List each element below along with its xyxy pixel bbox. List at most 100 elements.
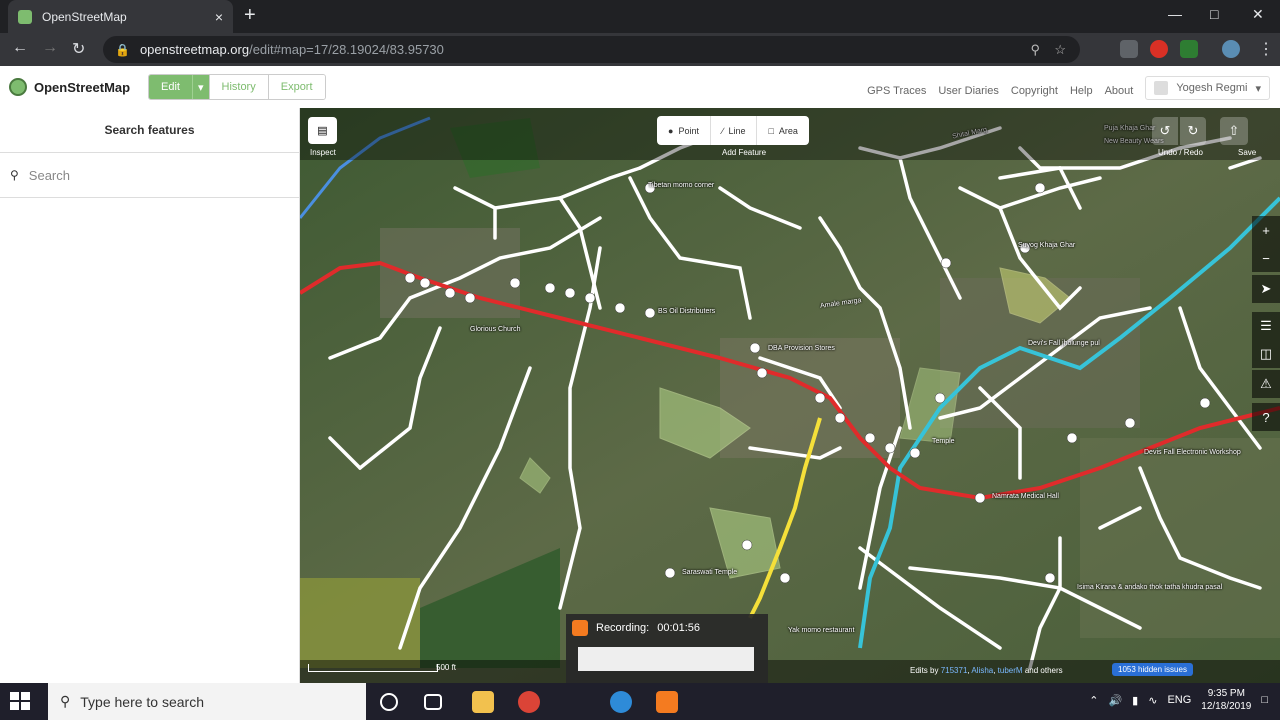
map-label[interactable]: Suyog Khaja Ghar xyxy=(1018,242,1075,249)
add-point-button[interactable]: ● Point xyxy=(657,116,710,145)
editor-link[interactable]: tuberM xyxy=(998,666,1023,675)
tray-chevron-icon[interactable]: ⌃ xyxy=(1089,694,1098,707)
poi-pin[interactable] xyxy=(749,342,761,354)
map-label[interactable]: Temple xyxy=(932,438,955,445)
poi-pin[interactable] xyxy=(834,412,846,424)
battery-icon[interactable]: ▮ xyxy=(1132,694,1138,707)
poi-pin[interactable] xyxy=(509,277,521,289)
recorder-taskbar-icon[interactable] xyxy=(656,691,678,713)
inspect-button[interactable]: ▤ xyxy=(308,117,337,144)
extension-icon[interactable] xyxy=(1120,40,1138,58)
map-label[interactable]: Tibetan momo corner xyxy=(648,182,714,189)
add-area-button[interactable]: □ Area xyxy=(756,116,808,145)
forward-icon[interactable]: → xyxy=(42,39,58,57)
undo-button[interactable]: ↺ xyxy=(1152,117,1178,145)
extension-link-icon[interactable] xyxy=(1180,40,1198,58)
map-label[interactable]: BS Oil Distributers xyxy=(658,308,715,315)
map-label[interactable]: Isima Kirana & andako thok tatha khudra … xyxy=(1077,584,1222,591)
poi-pin[interactable] xyxy=(814,392,826,404)
history-button[interactable]: History xyxy=(208,75,268,99)
map-label[interactable]: Saraswati Temple xyxy=(682,569,737,576)
map-label[interactable]: Glorious Church xyxy=(470,326,521,333)
poi-pin[interactable] xyxy=(464,292,476,304)
clock[interactable]: 9:35 PM 12/18/2019 xyxy=(1201,687,1251,713)
poi-pin[interactable] xyxy=(1199,397,1211,409)
zoom-in-button[interactable]: + xyxy=(1252,216,1280,244)
search-input[interactable]: ⚲ Search xyxy=(0,153,299,198)
poi-pin[interactable] xyxy=(404,272,416,284)
poi-pin[interactable] xyxy=(1044,572,1056,584)
poi-pin[interactable] xyxy=(564,287,576,299)
poi-pin[interactable] xyxy=(584,292,596,304)
maximize-icon[interactable]: □ xyxy=(1210,6,1218,22)
map-label[interactable]: Yak momo restaurant xyxy=(788,627,854,634)
profile-avatar[interactable] xyxy=(1222,40,1240,58)
back-icon[interactable]: ← xyxy=(12,39,28,57)
help-icon[interactable]: ? xyxy=(1252,403,1280,431)
menu-dots-icon[interactable]: ⋮ xyxy=(1258,39,1274,59)
edit-button[interactable]: Edit xyxy=(149,75,192,99)
editor-link[interactable]: 715371 xyxy=(941,666,968,675)
nav-help[interactable]: Help xyxy=(1070,85,1093,97)
language-indicator[interactable]: ENG xyxy=(1167,694,1191,706)
task-view-icon[interactable] xyxy=(424,694,442,710)
wifi-icon[interactable]: ∿ xyxy=(1148,694,1157,707)
bookmark-star-icon[interactable]: ☆ xyxy=(1054,42,1066,58)
reload-icon[interactable]: ↻ xyxy=(72,39,85,59)
notifications-icon[interactable]: □ xyxy=(1261,694,1268,706)
minimize-icon[interactable]: — xyxy=(1168,6,1182,22)
poi-pin[interactable] xyxy=(419,277,431,289)
poi-pin[interactable] xyxy=(1066,432,1078,444)
poi-pin[interactable] xyxy=(864,432,876,444)
geolocate-icon[interactable]: ➤ xyxy=(1252,275,1280,303)
poi-pin[interactable] xyxy=(779,572,791,584)
save-button[interactable]: ⇧ xyxy=(1220,117,1248,145)
nav-gps-traces[interactable]: GPS Traces xyxy=(867,85,926,97)
address-bar[interactable]: 🔒 openstreetmap.org /edit#map=17/28.1902… xyxy=(103,36,1080,63)
add-line-button[interactable]: ∕ Line xyxy=(709,116,757,145)
export-button[interactable]: Export xyxy=(267,75,325,99)
zoom-icon[interactable]: ⚲ xyxy=(1030,42,1040,58)
recording-overlay[interactable]: Recording: 00:01:56 xyxy=(566,614,768,684)
poi-pin[interactable] xyxy=(909,447,921,459)
browser-tab[interactable]: OpenStreetMap × xyxy=(8,0,233,33)
map-data-icon[interactable]: ◫ xyxy=(1252,340,1280,368)
poi-pin[interactable] xyxy=(884,442,896,454)
osm-logo[interactable]: OpenStreetMap xyxy=(9,78,130,96)
chrome-icon[interactable] xyxy=(518,691,540,713)
poi-pin[interactable] xyxy=(544,282,556,294)
poi-pin[interactable] xyxy=(1124,417,1136,429)
editor-link[interactable]: Alisha xyxy=(971,666,993,675)
poi-pin[interactable] xyxy=(741,539,753,551)
new-tab-button[interactable]: + xyxy=(244,4,256,27)
window-close-icon[interactable]: ✕ xyxy=(1252,6,1264,23)
poi-pin[interactable] xyxy=(664,567,676,579)
redo-button[interactable]: ↻ xyxy=(1180,117,1206,145)
poi-pin[interactable] xyxy=(614,302,626,314)
taskbar-search-input[interactable]: ⚲ Type here to search xyxy=(48,683,366,720)
poi-pin[interactable] xyxy=(444,287,456,299)
nav-user-diaries[interactable]: User Diaries xyxy=(938,85,999,97)
poi-pin[interactable] xyxy=(934,392,946,404)
issues-warning-icon[interactable]: ⚠ xyxy=(1252,370,1280,398)
map-canvas[interactable]: Tibetan momo corner Suyog Khaja Ghar BS … xyxy=(300,108,1280,683)
user-menu[interactable]: Yogesh Regmi ▾ xyxy=(1145,76,1270,100)
poi-pin[interactable] xyxy=(974,492,986,504)
map-label[interactable]: Devis Fall Electronic Workshop xyxy=(1144,449,1241,456)
poi-pin[interactable] xyxy=(1034,182,1046,194)
nav-about[interactable]: About xyxy=(1105,85,1134,97)
hidden-issues-badge[interactable]: 1053 hidden issues xyxy=(1112,663,1193,676)
edit-dropdown-icon[interactable]: ▾ xyxy=(191,75,209,99)
map-label[interactable]: DBA Provision Stores xyxy=(768,345,835,352)
poi-pin[interactable] xyxy=(644,307,656,319)
poi-pin[interactable] xyxy=(940,257,952,269)
poi-pin[interactable] xyxy=(756,367,768,379)
windows-start-icon[interactable] xyxy=(10,692,30,710)
layers-icon[interactable]: ☰ xyxy=(1252,312,1280,340)
volume-icon[interactable]: 🔊 xyxy=(1108,694,1122,707)
zoom-out-button[interactable]: − xyxy=(1252,244,1280,272)
edits-others[interactable]: others xyxy=(1040,666,1062,675)
tab-close-icon[interactable]: × xyxy=(215,9,223,25)
file-explorer-icon[interactable] xyxy=(472,691,494,713)
map-label[interactable]: Devi's Fall jholunge pul xyxy=(1028,340,1100,347)
